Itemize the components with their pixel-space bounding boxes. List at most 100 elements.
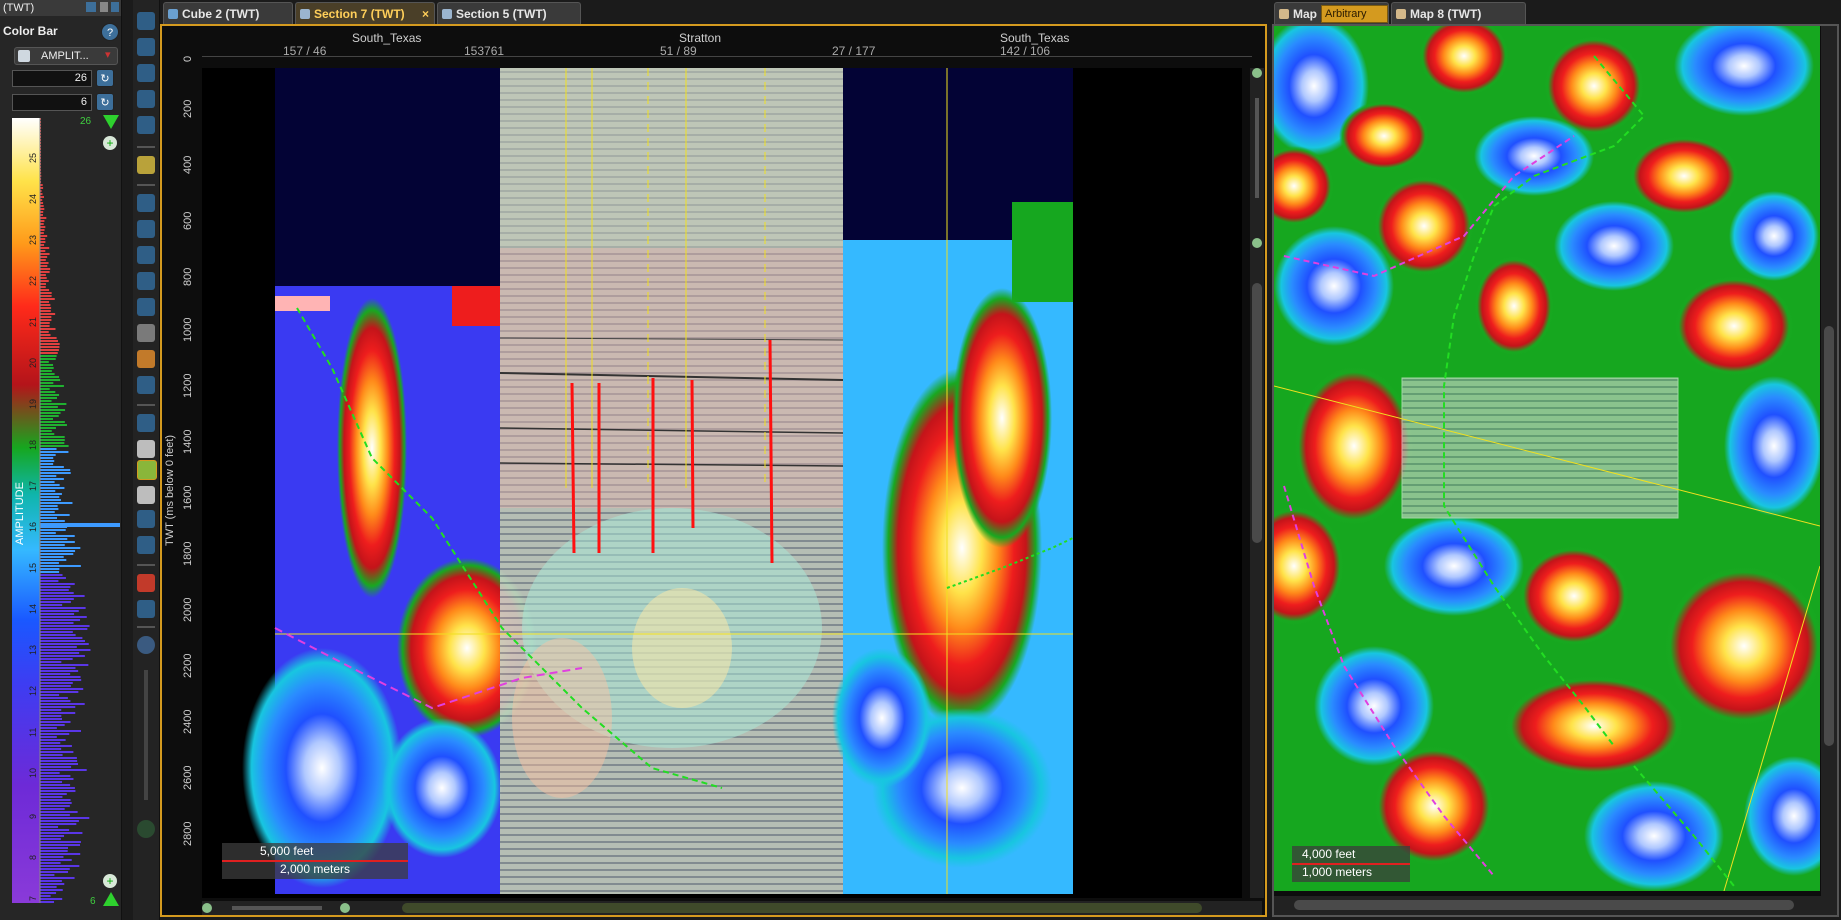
maximize-icon[interactable] [111,2,119,12]
attribute-select[interactable]: AMPLIT... ▾ [14,47,118,65]
histogram-bar [40,238,46,240]
right-attribute-panel [832,68,1073,894]
globe-icon[interactable] [137,636,155,654]
histogram-bar [40,544,65,546]
histogram-bar [40,415,59,417]
tab-map-8[interactable]: Map 8 (TWT) [1391,2,1526,24]
color-bar-tick-label: 22 [28,275,38,286]
pick-icon[interactable] [137,246,155,264]
histogram-bar [40,223,44,225]
select-box-icon[interactable] [137,510,155,528]
refresh-max-icon[interactable]: ↻ [96,69,114,87]
histogram-bar [40,679,82,681]
histogram-bar [40,619,81,621]
view-all-icon[interactable] [137,820,155,838]
zoom-box-icon[interactable] [137,38,155,56]
tab-label: Cube 2 (TWT) [182,7,260,21]
map-canvas[interactable] [1274,26,1820,891]
note-icon[interactable] [137,486,155,504]
vertical-scrollbar[interactable] [1250,68,1264,898]
delete-pick-icon[interactable] [137,574,155,592]
zoom-in-h-icon[interactable] [340,903,350,913]
histogram-bar [40,220,45,222]
histogram-bar [40,346,60,348]
paint-icon[interactable] [137,460,157,480]
map-view[interactable]: 4,000 feet 1,000 meters [1272,24,1839,917]
tab-section-7[interactable]: Section 7 (TWT) × [295,2,435,24]
y-tick-label: 1200 [182,373,194,398]
h-scrollbar-thumb[interactable] [402,903,1202,913]
histogram-bar [40,886,57,888]
histogram-bar [40,283,46,285]
magnify-icon[interactable] [137,64,155,82]
section-view[interactable]: South_Texas Stratton South_Texas 157 / 4… [160,24,1267,917]
histogram-bar [40,775,71,777]
map-scale-bar: 4,000 feet 1,000 meters [1292,846,1410,882]
stack-icon[interactable] [137,324,155,342]
histogram-bar [40,610,79,612]
min-slider-handle[interactable] [103,892,119,906]
map-h-scrollbar-thumb[interactable] [1294,900,1794,910]
toolbar-slider-track[interactable] [144,670,148,800]
window-label: (TWT) [3,2,35,14]
restore-icon[interactable] [86,2,96,12]
histogram-bar [40,841,81,843]
refresh-min-icon[interactable]: ↻ [96,93,114,111]
y-tick-label: 800 [182,267,194,286]
help-icon[interactable]: ? [101,23,119,41]
rotate-icon[interactable] [137,90,155,108]
bubble-icon[interactable] [137,440,155,458]
track-icon[interactable] [137,272,155,290]
minimize-icon[interactable] [100,2,108,12]
mid-survey-label: Stratton [679,31,722,45]
color-bar-tick-label: 23 [28,234,38,245]
zoom-slider[interactable] [1255,98,1259,198]
zoom-out-h-icon[interactable] [202,903,212,913]
color-bar-tick-label: 7 [28,895,38,901]
add-bottom-icon[interactable]: + [103,874,117,888]
polygon-icon[interactable] [137,298,155,316]
arbitrary-line-badge[interactable]: Arbitrary Line [1321,5,1388,36]
zoom-out-icon[interactable] [1252,238,1262,248]
color-bar-tick-label: 8 [28,854,38,860]
map-icon [1396,9,1406,19]
histogram-bar [40,811,78,813]
tab-cube-2[interactable]: Cube 2 (TWT) [163,2,293,24]
tab-map[interactable]: Map Arbitrary Line [1274,2,1389,36]
h-zoom-slider[interactable] [232,906,322,910]
line-icon[interactable] [137,414,155,432]
map-scrollbar-thumb[interactable] [1824,326,1834,746]
layer-icon[interactable] [137,156,155,174]
section-plot[interactable] [202,68,1242,898]
horizontal-scrollbar[interactable] [202,901,1262,915]
histogram-bar [40,406,58,408]
min-value-field[interactable]: 6 [12,94,92,111]
histogram-bar [40,385,64,387]
histogram-bar [40,745,72,747]
map-horizontal-scrollbar[interactable] [1274,896,1837,915]
pan-icon[interactable] [137,116,155,134]
measure-icon[interactable] [137,600,155,618]
histogram-bar [40,859,72,861]
histogram-bar [40,889,63,891]
color-bar-panel: (TWT) Color Bar ? AMPLIT... ▾ 26 ↻ 6 ↻ 2… [0,0,122,920]
max-value-field[interactable]: 26 [12,70,92,87]
zoom-in-icon[interactable] [1252,68,1262,78]
pointer-icon[interactable] [137,194,155,212]
histogram-bar [40,304,51,306]
close-icon[interactable]: × [422,3,429,25]
export-icon[interactable] [137,536,155,554]
scrollbar-thumb[interactable] [1252,283,1262,543]
histogram-bar [40,652,80,654]
tab-section-5[interactable]: Section 5 (TWT) [437,2,581,24]
histogram-bar [40,556,64,558]
histogram-bar [40,814,70,816]
histogram-bar [40,217,47,219]
zoom-icon[interactable] [137,12,155,30]
histogram-bar [40,751,74,753]
arrow-icon[interactable] [137,220,155,238]
map-vertical-scrollbar[interactable] [1821,26,1837,896]
fault-icon[interactable] [137,350,155,368]
histogram-bar [40,649,91,651]
triangle-icon[interactable] [137,376,155,394]
